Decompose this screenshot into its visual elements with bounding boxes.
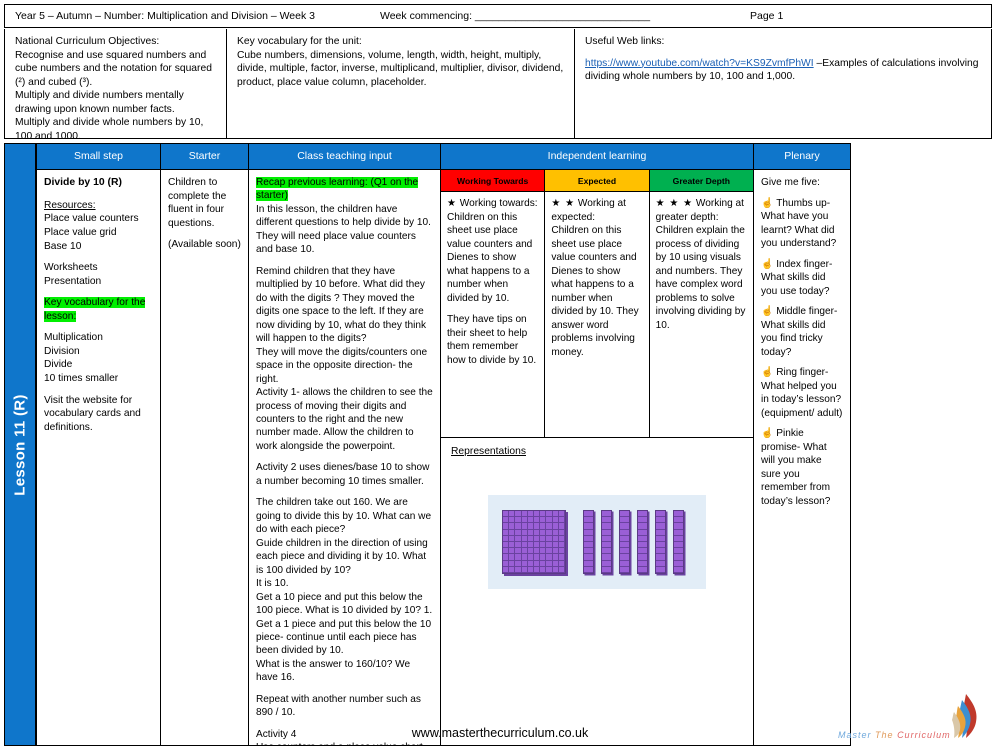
page-number: Page 1	[750, 10, 784, 22]
independent-body: Working Towards Expected Greater Depth ★…	[441, 170, 753, 745]
level-content-expected: ★ ★ Working at expected: Children on thi…	[545, 192, 650, 437]
small-step-title: Divide by 10 (R)	[44, 177, 122, 188]
hand-icon: ☝	[761, 367, 777, 379]
page-title: Year 5 – Autumn – Number: Multiplication…	[15, 10, 315, 22]
national-curriculum-cell: National Curriculum Objectives: Recognis…	[5, 29, 227, 142]
vocab-body: Cube numbers, dimensions, volume, length…	[237, 49, 564, 88]
teaching-para-1: In this lesson, the children have differ…	[256, 203, 431, 256]
logo-wordmark: Master The Curriculum	[838, 730, 951, 740]
hundred-flat-block	[502, 510, 566, 574]
ten-rod	[637, 510, 648, 574]
gd-heading-line: ★ ★ ★ Working at greater depth:	[656, 197, 747, 224]
web-title: Useful Web links:	[585, 36, 665, 47]
recap-highlight: Recap previous learning: (Q1 on the star…	[256, 177, 419, 202]
level-header-greater-depth: Greater Depth	[649, 170, 753, 191]
column-header-plenary: Plenary	[754, 144, 850, 170]
hand-icon: ☝	[761, 428, 777, 440]
star-icon: ★ ★	[551, 198, 576, 209]
column-class-teaching-input: Class teaching input Recap previous lear…	[248, 143, 440, 746]
key-vocabulary-cell: Key vocabulary for the unit: Cube number…	[227, 29, 575, 138]
teaching-para-5: Repeat with another number such as 890 /…	[256, 693, 421, 719]
gd-body: Children explain the process of dividing…	[655, 225, 746, 331]
teaching-para-3: Activity 2 uses dienes/base 10 to show a…	[256, 462, 430, 487]
level-content-working-towards: ★ Working towards: Children on this shee…	[441, 192, 546, 437]
level-header-working-towards: Working Towards	[441, 170, 546, 191]
hand-icon: ☝	[761, 306, 777, 318]
plenary-item: ☝ Thumbs up- What have you learnt? What …	[761, 197, 843, 251]
lesson-table: Lesson 11 (R) Small step Divide by 10 (R…	[4, 143, 992, 746]
base-ten-blocks-image	[488, 495, 706, 589]
representations-section: Representations	[441, 438, 753, 745]
materials-list: Worksheets Presentation	[44, 262, 102, 287]
small-step-body: Divide by 10 (R) Resources: Place value …	[37, 170, 160, 745]
logo-word-the: The	[875, 730, 894, 740]
column-header-teaching: Class teaching input	[249, 144, 440, 170]
star-icon: ★	[447, 198, 457, 209]
differentiation-headers: Working Towards Expected Greater Depth	[441, 170, 753, 192]
info-band: National Curriculum Objectives: Recognis…	[4, 29, 992, 142]
teaching-para-2: Remind children that they have multiplie…	[256, 265, 433, 452]
representations-title: Representations	[451, 446, 526, 457]
nc-title: National Curriculum Objectives:	[15, 36, 160, 47]
ten-rods-group	[583, 510, 684, 574]
plenary-item-text: Pinkie promise- What will you make sure …	[761, 428, 831, 507]
differentiation-content: ★ Working towards: Children on this shee…	[441, 192, 753, 438]
ten-rod	[673, 510, 684, 574]
ten-rod	[583, 510, 594, 574]
teaching-para-4: The children take out 160. We are going …	[256, 497, 433, 684]
ten-rod	[601, 510, 612, 574]
brand-logo: Master The Curriculum	[838, 690, 988, 746]
web-link-line: https://www.youtube.com/watch?v=KS9ZvmfP…	[585, 57, 983, 84]
column-independent-learning: Independent learning Working Towards Exp…	[440, 143, 753, 746]
hand-icon: ☝	[761, 197, 777, 209]
youtube-link[interactable]: https://www.youtube.com/watch?v=KS9ZvmfP…	[585, 58, 814, 69]
starter-text: Children to complete the fluent in four …	[168, 177, 227, 229]
lesson-vocab-list: Multiplication Division Divide 10 times …	[44, 332, 119, 385]
lesson-vocab-highlight: Key vocabulary for the lesson:	[44, 297, 146, 322]
wt-body: Children on this sheet use place value c…	[447, 211, 533, 304]
document-header: Year 5 – Autumn – Number: Multiplication…	[4, 4, 992, 28]
wt-body-2: They have tips on their sheet to help th…	[447, 314, 537, 366]
ex-heading-line: ★ ★ Working at expected:	[551, 197, 642, 224]
resources-list: Place value counters Place value grid Ba…	[44, 213, 139, 252]
level-content-greater-depth: ★ ★ ★ Working at greater depth: Children…	[650, 192, 753, 437]
resources-label: Resources:	[44, 199, 96, 211]
column-header-small-step: Small step	[37, 144, 160, 170]
vocab-title: Key vocabulary for the unit:	[237, 36, 362, 47]
column-plenary: Plenary Give me five: ☝ Thumbs up- What …	[753, 143, 851, 746]
nc-body: Recognise and use squared numbers and cu…	[15, 49, 212, 143]
column-header-independent: Independent learning	[441, 144, 753, 170]
plenary-item: ☝ Ring finger- What helped you in today’…	[761, 366, 843, 420]
starter-body: Children to complete the fluent in four …	[161, 170, 248, 745]
wt-heading-line: ★ Working towards:	[447, 197, 538, 211]
wt-heading: Working towards:	[459, 198, 538, 209]
plenary-item: ☝ Index finger- What skills did you use …	[761, 258, 843, 299]
ex-body: Children on this sheet use place value c…	[551, 225, 639, 358]
column-starter: Starter Children to complete the fluent …	[160, 143, 248, 746]
plenary-intro: Give me five:	[761, 177, 820, 188]
plenary-body: Give me five: ☝ Thumbs up- What have you…	[754, 170, 850, 745]
hand-icon: ☝	[761, 258, 777, 270]
week-commencing-field: Week commencing: _______________________…	[380, 10, 651, 22]
column-header-starter: Starter	[161, 144, 248, 170]
ten-rod	[619, 510, 630, 574]
level-header-expected: Expected	[545, 170, 650, 191]
plenary-item: ☝ Pinkie promise- What will you make sur…	[761, 427, 843, 508]
lesson-tab-label: Lesson 11 (R)	[11, 393, 29, 496]
ten-rod	[655, 510, 666, 574]
web-links-cell: Useful Web links: https://www.youtube.co…	[575, 29, 991, 138]
logo-word-curriculum: Curriculum	[897, 730, 951, 740]
lesson-tab: Lesson 11 (R)	[4, 143, 36, 746]
star-icon: ★ ★ ★	[655, 198, 694, 209]
logo-word-master: Master	[838, 730, 872, 740]
lesson-plan-page: Year 5 – Autumn – Number: Multiplication…	[0, 0, 1000, 750]
visit-website-note: Visit the website for vocabulary cards a…	[44, 394, 141, 433]
teaching-body: Recap previous learning: (Q1 on the star…	[249, 170, 440, 745]
lesson-vocab-heading: Key vocabulary for the lesson:	[44, 296, 153, 323]
plenary-item: ☝ Middle finger- What skills did you fin…	[761, 305, 843, 359]
starter-note: (Available soon)	[168, 239, 241, 251]
recap-heading: Recap previous learning: (Q1 on the star…	[256, 176, 433, 203]
column-small-step: Small step Divide by 10 (R) Resources: P…	[36, 143, 160, 746]
